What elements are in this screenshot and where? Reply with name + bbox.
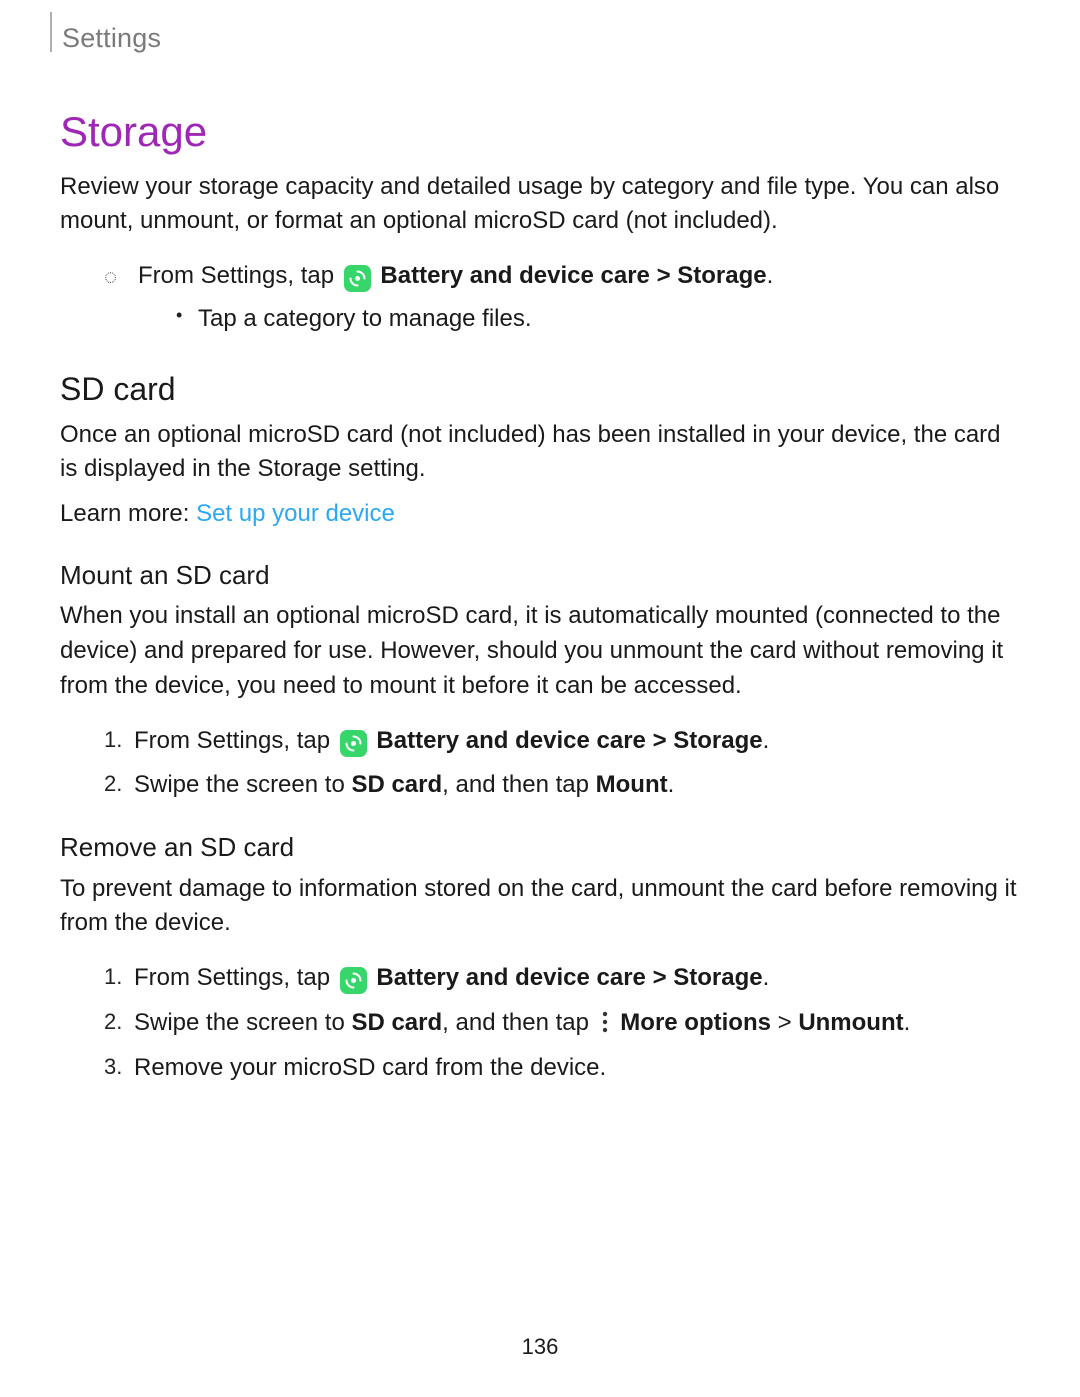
- subheading-mount: Mount an SD card: [60, 557, 1020, 593]
- bold-text: Mount: [596, 771, 668, 798]
- remove-text: To prevent damage to information stored …: [60, 872, 1020, 942]
- text: Swipe the screen to: [134, 771, 351, 798]
- mount-text: When you install an optional microSD car…: [60, 599, 1020, 703]
- header-rule: [50, 12, 52, 52]
- bold-text: More options: [614, 1009, 771, 1036]
- text: From Settings, tap: [134, 964, 330, 991]
- text: .: [763, 964, 770, 991]
- nested-list: Tap a category to manage files.: [138, 302, 1020, 337]
- list-item: Swipe the screen to SD card, and then ta…: [104, 768, 1020, 803]
- learn-more-link[interactable]: Set up your device: [196, 500, 395, 527]
- list-item: Tap a category to manage files.: [176, 302, 1020, 337]
- top-instruction-list: From Settings, tap Battery and device ca…: [60, 259, 1020, 337]
- page-number: 136: [0, 1332, 1080, 1363]
- device-care-icon: [344, 265, 371, 292]
- bold-text: SD card: [351, 1009, 442, 1036]
- device-care-icon: [340, 730, 367, 757]
- list-item: From Settings, tap Battery and device ca…: [104, 259, 1020, 337]
- mount-steps: From Settings, tap Battery and device ca…: [60, 724, 1020, 804]
- breadcrumb: Settings: [62, 20, 1020, 58]
- bold-text: Battery and device care > Storage: [376, 964, 762, 991]
- text: , and then tap: [442, 1009, 595, 1036]
- sd-card-text: Once an optional microSD card (not inclu…: [60, 418, 1020, 488]
- remove-steps: From Settings, tap Battery and device ca…: [60, 961, 1020, 1085]
- text: >: [771, 1009, 798, 1036]
- text: From Settings, tap: [134, 727, 330, 754]
- intro-text: Review your storage capacity and detaile…: [60, 170, 1020, 240]
- text: .: [763, 727, 770, 754]
- bold-text: Unmount: [798, 1009, 903, 1036]
- text: .: [767, 262, 774, 289]
- text: , and then tap: [442, 771, 595, 798]
- bold-text: SD card: [351, 771, 442, 798]
- bold-text: Battery and device care > Storage: [380, 262, 766, 289]
- subheading-remove: Remove an SD card: [60, 829, 1020, 865]
- text: .: [668, 771, 675, 798]
- text: From Settings, tap: [138, 262, 334, 289]
- bold-text: Battery and device care > Storage: [376, 727, 762, 754]
- list-item: From Settings, tap Battery and device ca…: [104, 724, 1020, 759]
- learn-more-line: Learn more: Set up your device: [60, 497, 1020, 531]
- more-options-icon: [598, 1010, 612, 1034]
- list-item: Swipe the screen to SD card, and then ta…: [104, 1006, 1020, 1041]
- text: Swipe the screen to: [134, 1009, 351, 1036]
- device-care-icon: [340, 967, 367, 994]
- section-heading-sd-card: SD card: [60, 367, 1020, 412]
- list-item: From Settings, tap Battery and device ca…: [104, 961, 1020, 996]
- list-item: Remove your microSD card from the device…: [104, 1051, 1020, 1086]
- learn-more-label: Learn more:: [60, 500, 196, 527]
- page-title: Storage: [60, 103, 1020, 162]
- text: .: [904, 1009, 911, 1036]
